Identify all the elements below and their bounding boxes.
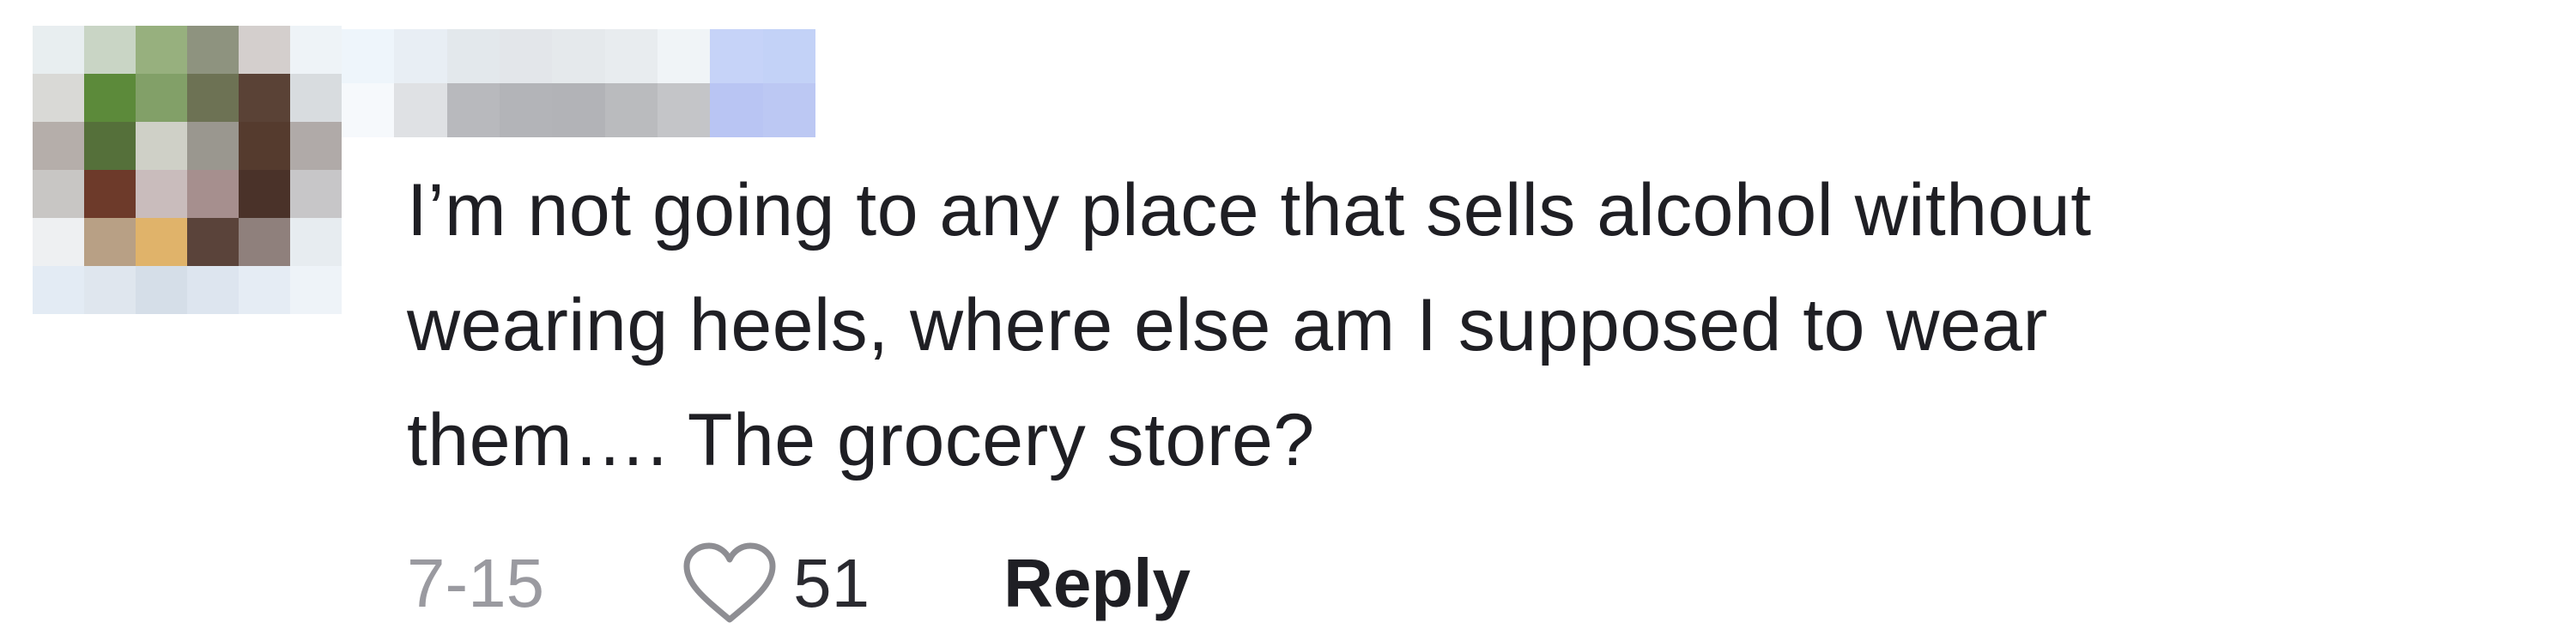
username-pixel: [499, 29, 553, 83]
avatar-pixel: [84, 218, 136, 266]
username-pixel: [446, 29, 500, 83]
avatar-pixel: [290, 218, 342, 266]
avatar-pixel: [187, 266, 239, 314]
avatar-pixel: [239, 266, 290, 314]
avatar-pixel: [239, 26, 290, 74]
avatar-pixel: [136, 170, 187, 218]
avatar-pixel: [33, 170, 84, 218]
avatar[interactable]: [33, 26, 342, 314]
avatar-pixel: [187, 74, 239, 122]
avatar-pixel: [136, 218, 187, 266]
avatar-pixel: [136, 74, 187, 122]
avatar-pixel: [33, 218, 84, 266]
avatar-pixel: [239, 74, 290, 122]
avatar-pixel: [239, 122, 290, 170]
avatar-pixel: [33, 26, 84, 74]
avatar-pixel: [136, 266, 187, 314]
comment-text: I’m not going to any place that sells al…: [407, 169, 2092, 481]
username-pixel: [394, 29, 447, 83]
avatar-pixel: [136, 26, 187, 74]
avatar-pixel: [84, 74, 136, 122]
like-button[interactable]: [682, 541, 778, 626]
username-pixel: [499, 83, 553, 137]
username-pixel: [657, 29, 711, 83]
comment-footer: 7-15 51 Reply: [407, 541, 1191, 626]
username-pixel: [604, 29, 658, 83]
reply-button[interactable]: Reply: [1003, 544, 1191, 623]
avatar-pixel: [290, 122, 342, 170]
avatar-pixel: [290, 170, 342, 218]
username-pixel: [710, 83, 763, 137]
avatar-pixel: [290, 26, 342, 74]
username-pixel: [762, 83, 815, 137]
username-pixel: [762, 29, 815, 83]
username-pixel: [342, 29, 395, 83]
avatar-pixel: [33, 74, 84, 122]
username-pixel: [552, 83, 605, 137]
avatar-pixel: [84, 170, 136, 218]
username-pixel: [446, 83, 500, 137]
avatar-pixel: [239, 170, 290, 218]
avatar-pixel: [136, 122, 187, 170]
avatar-pixel: [84, 122, 136, 170]
avatar-pixel: [84, 266, 136, 314]
username-pixel: [552, 29, 605, 83]
username-pixel: [342, 83, 395, 137]
like-count: 51: [793, 545, 870, 621]
heart-outline-icon: [683, 542, 776, 623]
avatar-pixel: [187, 170, 239, 218]
timestamp: 7-15: [407, 545, 545, 621]
username-pixel: [657, 83, 711, 137]
avatar-pixel: [33, 266, 84, 314]
avatar-pixel: [290, 266, 342, 314]
username-pixel: [604, 83, 658, 137]
avatar-pixel: [187, 122, 239, 170]
avatar-pixel: [187, 218, 239, 266]
username-pixel: [394, 83, 447, 137]
avatar-pixel: [290, 74, 342, 122]
avatar-pixel: [239, 218, 290, 266]
username-blurred[interactable]: [342, 29, 815, 137]
username-pixel: [710, 29, 763, 83]
avatar-pixel: [187, 26, 239, 74]
avatar-pixel: [84, 26, 136, 74]
avatar-pixel: [33, 122, 84, 170]
